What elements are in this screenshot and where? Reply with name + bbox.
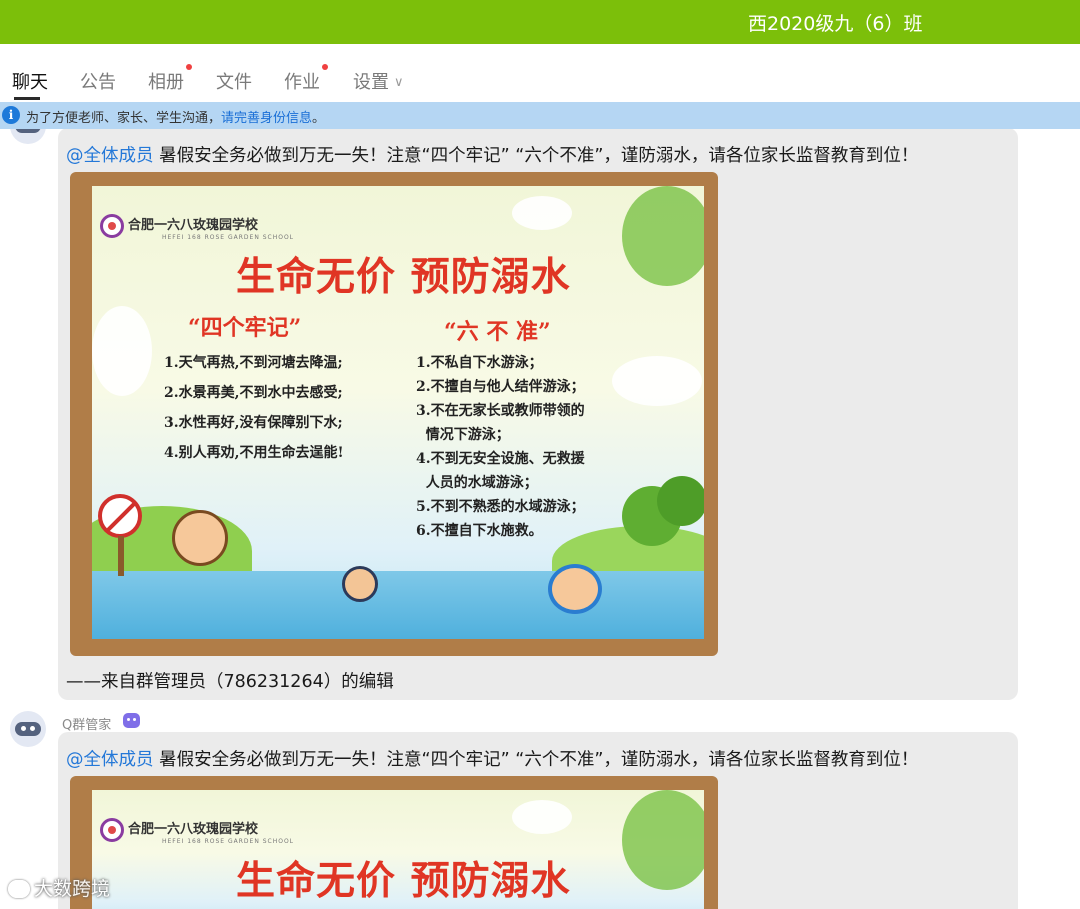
school-logo-icon [100,818,124,842]
water-decoration [92,571,704,639]
poster-title: 生命无价 预防溺水 [236,858,571,904]
bot-avatar[interactable] [10,711,46,747]
right-heading: “六 不 准” [444,319,551,345]
banner-text: 为了方便老师、家长、学生沟通，请完善身份信息。 [26,107,325,126]
active-tab-indicator [14,97,40,100]
school-logo-icon [100,214,124,238]
no-swimming-icon [98,494,142,538]
poster: 合肥一六八玫瑰园学校 HEFEI 168 ROSE GARDEN SCHOOL … [92,790,704,909]
message-text: @全体成员 暑假安全务必做到万无一失！注意“四个牢记” “六个不准”，谨防溺水，… [66,746,918,771]
cartoon-child [548,564,602,614]
title-bar: 西2020级九（6）班 [0,0,1080,44]
complete-profile-link[interactable]: 请完善身份信息 [221,111,312,126]
homework-unread-dot [322,64,328,70]
info-banner: i 为了方便老师、家长、学生沟通，请完善身份信息。 [0,102,1080,129]
tree-decoration [622,790,704,890]
left-rule: 4.别人再劝,不用生命去逞能! [164,445,344,461]
mention-all-link[interactable]: @全体成员 [66,750,154,770]
school-name-english: HEFEI 168 ROSE GARDEN SCHOOL [162,838,295,845]
cartoon-child [342,566,378,602]
cloud-decoration [512,800,572,834]
message-body: 暑假安全务必做到万无一失！注意“四个牢记” “六个不准”，谨防溺水，请各位家长监… [153,750,919,770]
cloud-decoration [612,356,702,406]
tab-homework[interactable]: 作业 [284,64,328,94]
right-rule: 5.不到不熟悉的水域游泳； [416,499,585,515]
chevron-down-icon: ∨ [394,75,404,90]
left-heading: “四个牢记” [188,315,302,341]
right-rule: 4.不到无安全设施、无救援 [416,451,585,467]
right-rule: 2.不擅自与他人结伴游泳； [416,379,585,395]
cartoon-child [172,510,228,566]
tree-decoration [622,186,704,286]
message-image[interactable]: 合肥一六八玫瑰园学校 HEFEI 168 ROSE GARDEN SCHOOL … [70,172,718,656]
poster-title: 生命无价 预防溺水 [236,254,571,300]
tab-album[interactable]: 相册 [148,64,192,94]
message-image[interactable]: 合肥一六八玫瑰园学校 HEFEI 168 ROSE GARDEN SCHOOL … [70,776,718,909]
left-rule: 1.天气再热,不到河塘去降温; [164,355,343,371]
group-title: 西2020级九（6）班 [748,13,923,35]
left-rule: 2.水景再美,不到水中去感受; [164,385,343,401]
watermark: 大数跨境 [8,874,110,901]
tree-decoration [657,476,704,526]
banner-message: 为了方便老师、家长、学生沟通， [26,111,222,126]
tab-homework-label: 作业 [284,72,320,93]
message-bubble: @全体成员 暑假安全务必做到万无一失！注意“四个牢记” “六个不准”，谨防溺水，… [58,128,1018,700]
tab-chat[interactable]: 聊天 [12,68,48,94]
tab-files[interactable]: 文件 [216,68,252,94]
tab-bar: 聊天 公告 相册 文件 作业 设置 ∨ [0,44,1080,102]
message-bubble: @全体成员 暑假安全务必做到万无一失！注意“四个牢记” “六个不准”，谨防溺水，… [58,732,1018,909]
banner-suffix: 。 [312,111,326,126]
watermark-text: 大数跨境 [34,878,111,900]
message-body: 暑假安全务必做到万无一失！注意“四个牢记” “六个不准”，谨防溺水，请各位家长监… [153,146,919,166]
tab-settings-label: 设置 [353,72,389,93]
tab-announcements[interactable]: 公告 [80,68,116,94]
sign-post [118,536,124,576]
right-rule: 3.不在无家长或教师带领的 [416,403,585,419]
right-rule: 情况下游泳； [416,427,510,443]
info-icon: i [2,106,20,124]
school-name: 合肥一六八玫瑰园学校 [128,822,259,837]
right-rule: 人员的水域游泳； [416,475,538,491]
mention-all-link[interactable]: @全体成员 [66,146,154,166]
right-rule: 6.不擅自下水施救。 [416,523,543,539]
school-name-english: HEFEI 168 ROSE GARDEN SCHOOL [162,234,295,241]
right-rule: 1.不私自下水游泳； [416,355,543,371]
watermark-logo-icon [8,880,30,898]
school-name: 合肥一六八玫瑰园学校 [128,218,259,233]
cloud-decoration [512,196,572,230]
cloud-decoration [92,306,152,396]
album-unread-dot [186,64,192,70]
edit-attribution: ——来自群管理员（786231264）的编辑 [66,672,394,692]
poster: 合肥一六八玫瑰园学校 HEFEI 168 ROSE GARDEN SCHOOL … [92,186,704,639]
sender-name[interactable]: Q群管家 [62,714,111,733]
tab-album-label: 相册 [148,72,184,93]
left-rule: 3.水性再好,没有保障别下水; [164,415,343,431]
message-text: @全体成员 暑假安全务必做到万无一失！注意“四个牢记” “六个不准”，谨防溺水，… [66,142,918,167]
robot-icon [123,713,140,728]
tab-settings[interactable]: 设置 ∨ [353,68,404,94]
